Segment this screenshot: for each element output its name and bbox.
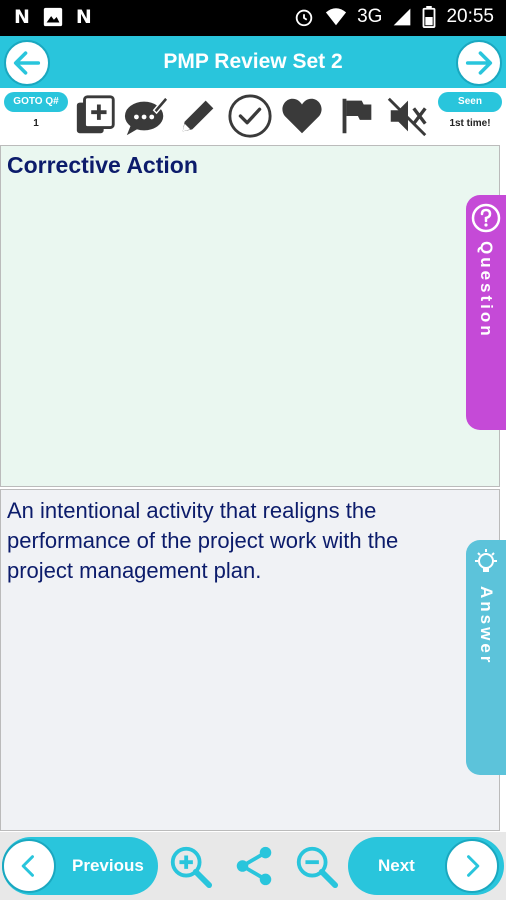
notification-n-icon: N bbox=[14, 6, 30, 28]
chevron-left-icon bbox=[21, 855, 34, 877]
bottom-bar: Previous Next bbox=[0, 832, 506, 900]
share-icon bbox=[236, 846, 272, 886]
wifi-icon bbox=[326, 8, 347, 26]
next-label: Next bbox=[378, 856, 415, 875]
goto-question[interactable]: GOTO Q# 1 bbox=[4, 92, 68, 140]
zoom-out-button[interactable] bbox=[292, 842, 340, 890]
comment-icon bbox=[124, 95, 169, 136]
favorite-button[interactable] bbox=[278, 92, 326, 140]
mute-icon bbox=[387, 97, 427, 137]
arrow-right-icon bbox=[465, 51, 493, 75]
chevron-right-icon bbox=[466, 855, 480, 877]
question-tab[interactable]: Question bbox=[466, 195, 506, 430]
answer-panel: An intentional activity that realigns th… bbox=[0, 489, 500, 831]
add-note-icon bbox=[76, 95, 115, 134]
goto-label: GOTO Q# bbox=[4, 92, 68, 112]
network-type: 3G bbox=[357, 6, 383, 27]
page-title: PMP Review Set 2 bbox=[163, 50, 343, 73]
zoom-out-icon bbox=[296, 846, 339, 889]
title-bar: PMP Review Set 2 bbox=[0, 36, 506, 88]
share-button[interactable] bbox=[230, 842, 278, 890]
zoom-in-icon bbox=[170, 846, 213, 889]
comment-button[interactable] bbox=[122, 92, 170, 140]
flag-button[interactable] bbox=[332, 92, 380, 140]
pencil-icon bbox=[182, 100, 214, 132]
goto-value: 1 bbox=[33, 118, 39, 129]
next-button[interactable]: Next bbox=[348, 837, 504, 895]
check-circle-icon bbox=[228, 94, 272, 138]
flag-icon bbox=[342, 98, 372, 134]
status-left: N N bbox=[14, 6, 92, 28]
mark-done-button[interactable] bbox=[226, 92, 274, 140]
battery-icon bbox=[423, 6, 436, 28]
answer-text: An intentional activity that realigns th… bbox=[7, 498, 399, 583]
answer-tab-label: Answer bbox=[477, 586, 496, 666]
edit-button[interactable] bbox=[174, 92, 222, 140]
question-tab-label: Question bbox=[477, 241, 496, 339]
question-text: Corrective Action bbox=[7, 152, 198, 178]
signal-icon bbox=[394, 8, 411, 26]
previous-button[interactable]: Previous bbox=[2, 837, 158, 895]
alarm-icon bbox=[295, 9, 313, 27]
toolbar: GOTO Q# 1 Seen 1st time! bbox=[0, 88, 506, 144]
lightbulb-icon bbox=[475, 549, 497, 572]
previous-circle bbox=[2, 839, 56, 893]
image-notification-icon bbox=[43, 7, 63, 27]
add-note-button[interactable] bbox=[72, 92, 120, 140]
status-bar: N N 3G 20:55 bbox=[0, 0, 506, 36]
arrow-left-icon bbox=[13, 51, 41, 75]
question-panel: Corrective Action bbox=[0, 145, 500, 487]
previous-label: Previous bbox=[72, 856, 144, 875]
notification-n2-icon: N bbox=[75, 6, 92, 28]
clock: 20:55 bbox=[446, 6, 494, 27]
zoom-in-button[interactable] bbox=[166, 842, 214, 890]
next-circle bbox=[444, 839, 499, 893]
question-mark-icon bbox=[471, 203, 501, 233]
seen-indicator: Seen 1st time! bbox=[438, 92, 502, 140]
forward-button[interactable] bbox=[456, 40, 502, 86]
seen-label: Seen bbox=[438, 92, 502, 112]
seen-value: 1st time! bbox=[449, 118, 491, 129]
answer-tab[interactable]: Answer bbox=[466, 540, 506, 775]
back-button[interactable] bbox=[4, 40, 50, 86]
mute-button[interactable] bbox=[384, 92, 432, 140]
heart-icon bbox=[282, 98, 322, 134]
status-right: 3G 20:55 bbox=[293, 6, 494, 28]
